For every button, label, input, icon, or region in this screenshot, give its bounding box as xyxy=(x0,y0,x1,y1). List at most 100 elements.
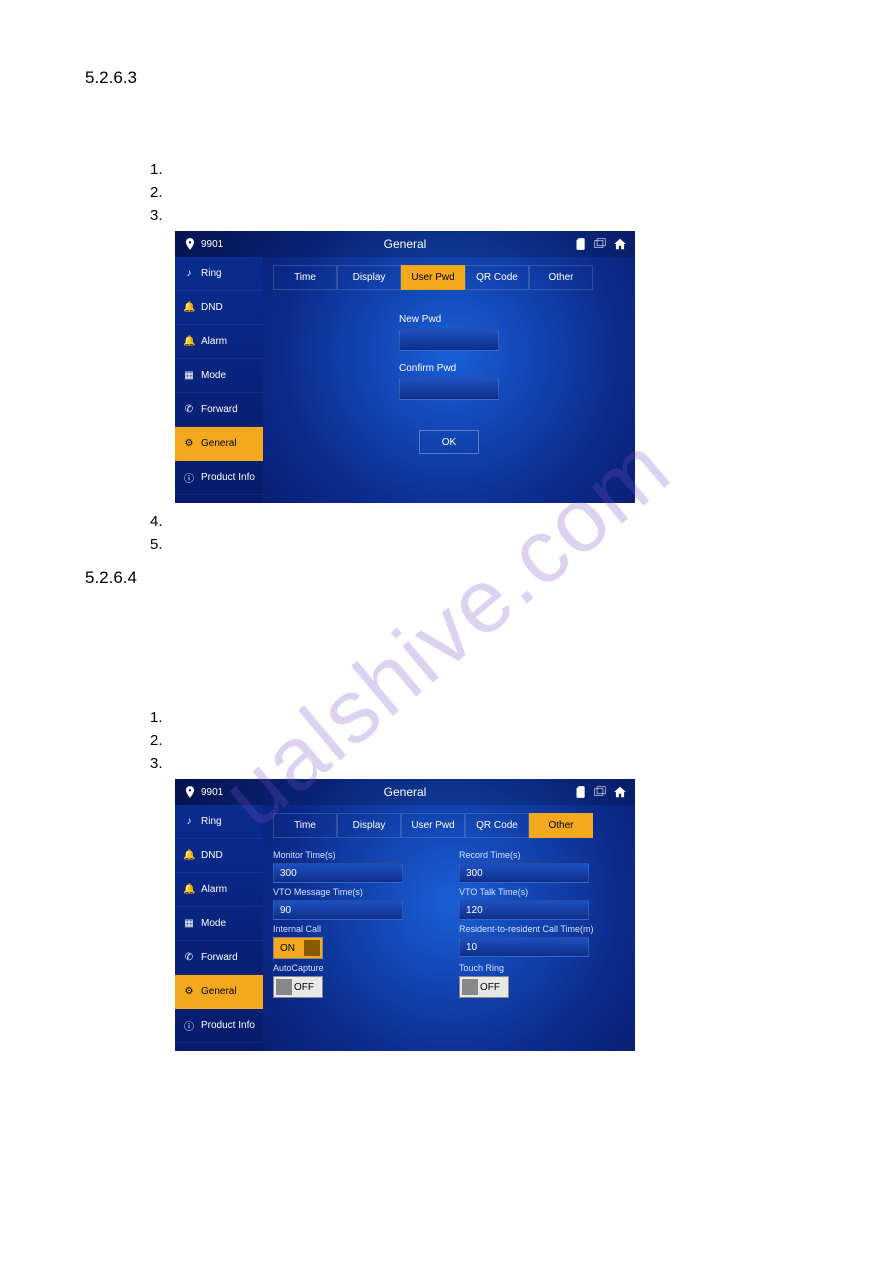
res-call-label: Resident-to-resident Call Time(m) xyxy=(459,924,625,934)
record-time-input[interactable]: 300 xyxy=(459,863,589,883)
vto-msg-label: VTO Message Time(s) xyxy=(273,887,439,897)
ok-button[interactable]: OK xyxy=(419,430,479,454)
toggle-knob xyxy=(276,979,292,995)
sidebar-item-forward[interactable]: ✆ Forward xyxy=(175,393,263,427)
location-indicator: 9901 xyxy=(183,237,223,251)
sidebar-item-general[interactable]: ⚙ General xyxy=(175,975,263,1009)
tab-qrcode[interactable]: QR Code xyxy=(465,813,529,838)
room-number: 9901 xyxy=(201,239,223,250)
page-title: General xyxy=(384,237,427,251)
grid-icon: ▦ xyxy=(183,918,195,929)
tab-display[interactable]: Display xyxy=(337,265,401,290)
sidebar-item-dnd[interactable]: 🔔 DND xyxy=(175,839,263,873)
note-icon: ♪ xyxy=(183,268,195,279)
autocapture-toggle[interactable]: OFF xyxy=(273,976,323,998)
sidebar-item-label: Product Info xyxy=(201,1020,255,1031)
internal-call-toggle[interactable]: ON xyxy=(273,937,323,959)
tab-other[interactable]: Other xyxy=(529,265,593,290)
sidebar-item-label: Mode xyxy=(201,370,226,381)
sidebar-item-ring[interactable]: ♪ Ring xyxy=(175,805,263,839)
toggle-knob xyxy=(304,940,320,956)
tab-other[interactable]: Other xyxy=(529,813,593,838)
phone-icon: ✆ xyxy=(183,952,195,963)
new-pwd-label: New Pwd xyxy=(399,314,499,325)
touch-ring-toggle[interactable]: OFF xyxy=(459,976,509,998)
sidebar-item-mode[interactable]: ▦ Mode xyxy=(175,907,263,941)
vto-talk-input[interactable]: 120 xyxy=(459,900,589,920)
sidebar-item-label: Alarm xyxy=(201,336,227,347)
list-item: 1. xyxy=(150,161,163,178)
toggle-label: OFF xyxy=(294,982,314,993)
new-pwd-input[interactable] xyxy=(399,329,499,351)
home-icon[interactable] xyxy=(613,237,627,251)
tab-time[interactable]: Time xyxy=(273,813,337,838)
sdcard-icon[interactable] xyxy=(573,237,587,251)
sidebar-item-alarm[interactable]: 🔔 Alarm xyxy=(175,325,263,359)
sidebar-item-label: DND xyxy=(201,850,223,861)
windows-icon[interactable] xyxy=(593,237,607,251)
device-screenshot-userpwd: 9901 General ♪Ring 🔔 DND 🔔 Alarm ▦ Mode ✆ Fo… xyxy=(175,231,635,503)
monitor-time-input[interactable]: 300 xyxy=(273,863,403,883)
sidebar-item-label: General xyxy=(201,438,237,449)
info-icon: ⓘ xyxy=(183,1018,195,1033)
section-number: 5.2.6.4 xyxy=(85,568,137,588)
pin-icon xyxy=(183,785,197,799)
bell-icon: 🔔 xyxy=(183,850,195,861)
room-number: 9901 xyxy=(201,787,223,798)
sidebar-item-label: Product Info xyxy=(201,472,255,483)
vto-msg-input[interactable]: 90 xyxy=(273,900,403,920)
windows-icon[interactable] xyxy=(593,785,607,799)
section-number: 5.2.6.3 xyxy=(85,68,137,88)
sidebar-item-label: DND xyxy=(201,302,223,313)
location-indicator: 9901 xyxy=(183,785,223,799)
sidebar-item-general[interactable]: ⚙ General xyxy=(175,427,263,461)
note-icon: ♪ xyxy=(183,816,195,827)
tabs: Time Display User Pwd QR Code Other xyxy=(273,813,625,838)
sidebar-item-forward[interactable]: ✆Forward xyxy=(175,941,263,975)
sidebar: ♪Ring 🔔 DND 🔔 Alarm ▦ Mode ✆ Forward ⚙ Genera… xyxy=(175,257,263,503)
topbar: 9901 General xyxy=(175,231,635,257)
tabs: Time Display User Pwd QR Code Other xyxy=(273,265,625,290)
sidebar-item-label: Forward xyxy=(201,404,238,415)
confirm-pwd-label: Confirm Pwd xyxy=(399,363,499,374)
sidebar-item-mode[interactable]: ▦ Mode xyxy=(175,359,263,393)
sidebar-item-label: Alarm xyxy=(201,884,227,895)
tab-time[interactable]: Time xyxy=(273,265,337,290)
sidebar-item-productinfo[interactable]: ⓘProduct Info xyxy=(175,461,263,495)
sidebar-item-label: General xyxy=(201,986,237,997)
sidebar-item-label: Ring xyxy=(201,816,222,827)
grid-icon: ▦ xyxy=(183,370,195,381)
sidebar-item-productinfo[interactable]: ⓘ Product Info xyxy=(175,1009,263,1043)
bell2-icon: 🔔 xyxy=(183,336,195,347)
bell2-icon: 🔔 xyxy=(183,884,195,895)
sdcard-icon[interactable] xyxy=(573,785,587,799)
sidebar-item-alarm[interactable]: 🔔 Alarm xyxy=(175,873,263,907)
home-icon[interactable] xyxy=(613,785,627,799)
list-item: 5. xyxy=(150,536,163,553)
page-title: General xyxy=(384,785,427,799)
phone-icon: ✆ xyxy=(183,404,195,415)
gear-icon: ⚙ xyxy=(183,986,195,997)
toggle-label: OFF xyxy=(480,982,500,993)
gear-icon: ⚙ xyxy=(183,438,195,449)
internal-call-label: Internal Call xyxy=(273,924,439,934)
device-screenshot-other: 9901 General ♪ Ring 🔔 DND 🔔 Alarm ▦ Mode ✆Fo… xyxy=(175,779,635,1051)
res-call-input[interactable]: 10 xyxy=(459,937,589,957)
sidebar-item-dnd[interactable]: 🔔 DND xyxy=(175,291,263,325)
tab-qrcode[interactable]: QR Code xyxy=(465,265,529,290)
sidebar-item-ring[interactable]: ♪Ring xyxy=(175,257,263,291)
confirm-pwd-input[interactable] xyxy=(399,378,499,400)
toggle-label: ON xyxy=(280,943,295,954)
tab-userpwd[interactable]: User Pwd xyxy=(401,813,465,838)
list-item: 2. xyxy=(150,184,163,201)
tab-display[interactable]: Display xyxy=(337,813,401,838)
list-item: 1. xyxy=(150,709,163,726)
list-item: 3. xyxy=(150,207,163,224)
bell-icon: 🔔 xyxy=(183,302,195,313)
sidebar-item-label: Mode xyxy=(201,918,226,929)
tab-userpwd[interactable]: User Pwd xyxy=(401,265,465,290)
list-item: 2. xyxy=(150,732,163,749)
vto-talk-label: VTO Talk Time(s) xyxy=(459,887,625,897)
autocapture-label: AutoCapture xyxy=(273,963,439,973)
sidebar: ♪ Ring 🔔 DND 🔔 Alarm ▦ Mode ✆Forward ⚙ Genera… xyxy=(175,805,263,1051)
